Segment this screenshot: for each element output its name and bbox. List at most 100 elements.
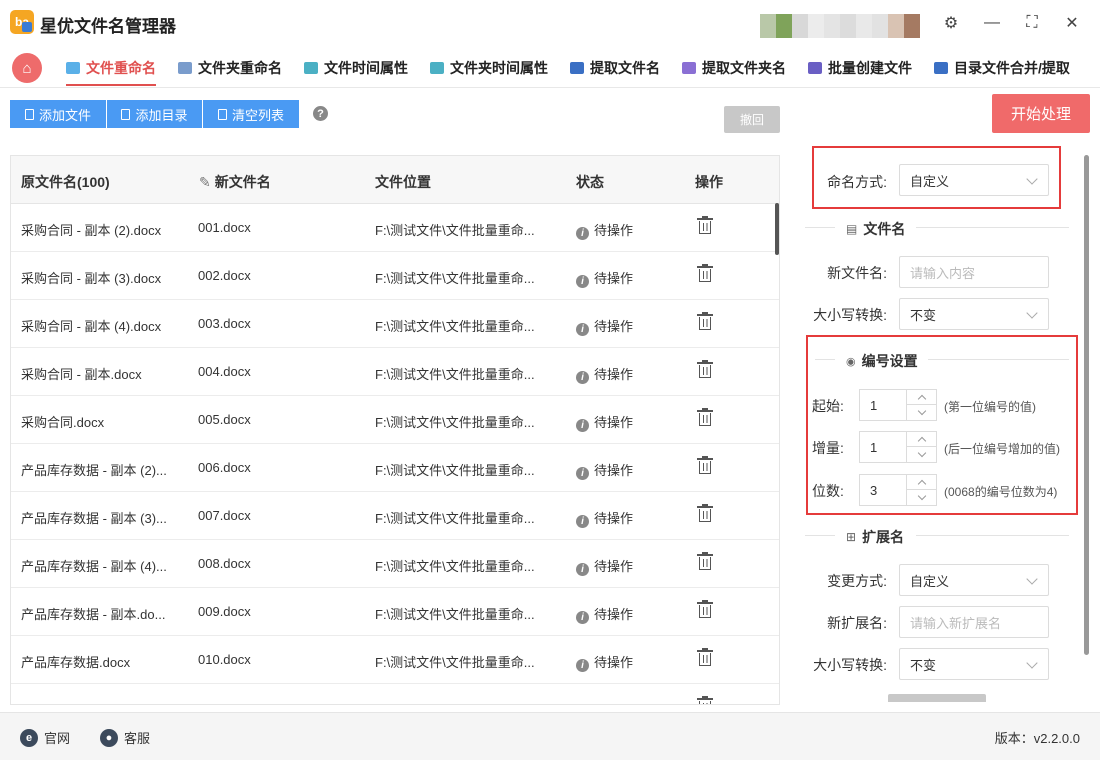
delete-trash-icon[interactable] <box>697 312 713 330</box>
delete-trash-icon[interactable] <box>697 504 713 522</box>
naming-mode-select[interactable]: 自定义 <box>899 164 1049 196</box>
stepper-up-icon[interactable] <box>906 390 936 405</box>
table-row[interactable]: 产品库存数据 - 副本 (4)... 008.docx F:\测试文件\文件批量重命… <box>11 540 779 588</box>
header-original-name: 原文件名(100) <box>21 174 110 190</box>
status-cell: i 待操作 <box>576 364 633 384</box>
stepper-down-icon[interactable] <box>906 447 936 462</box>
delete-trash-icon[interactable] <box>697 408 713 426</box>
tab-folder-rename[interactable]: 文件夹重命名 <box>178 50 282 86</box>
panel-scrollbar[interactable] <box>1084 155 1089 655</box>
table-row[interactable]: 产品库存数据 - 副本 (3)... 007.docx F:\测试文件\文件批量重命… <box>11 492 779 540</box>
ext-mode-select[interactable]: 自定义 <box>899 564 1049 596</box>
document-icon: ▤ <box>846 222 858 236</box>
tab-batch-create[interactable]: 批量创建文件 <box>808 50 912 86</box>
numbering-section-label: 编号设置 <box>861 353 918 369</box>
delete-trash-icon[interactable] <box>697 552 713 570</box>
new-ext-label: 新扩展名: <box>827 615 887 631</box>
case-conversion-select[interactable]: 不变 <box>899 298 1049 330</box>
new-name-input[interactable]: 请输入内容 <box>899 256 1049 288</box>
start-processing-button[interactable]: 开始处理 <box>992 94 1090 133</box>
original-name-cell: 采购合同 - 副本 (4).docx <box>21 319 162 334</box>
table-scrollbar[interactable] <box>775 203 779 255</box>
maximize-icon[interactable]: ⛶ <box>1021 12 1043 34</box>
location-cell: F:\测试文件\文件批量重命... <box>375 559 535 574</box>
delete-trash-icon[interactable] <box>697 696 713 704</box>
start-label: 起始: <box>812 398 844 414</box>
stepper-up-icon[interactable] <box>906 432 936 447</box>
filename-section-label: 文件名 <box>863 221 906 237</box>
delete-trash-icon[interactable] <box>697 264 713 282</box>
add-file-label: 添加文件 <box>38 107 91 123</box>
tab-extract-foldername[interactable]: 提取文件夹名 <box>682 50 786 86</box>
step-hint: (后一位编号增加的值) <box>944 442 1060 456</box>
tab-file-time[interactable]: 文件时间属性 <box>304 50 408 86</box>
delete-trash-icon[interactable] <box>697 456 713 474</box>
delete-trash-icon[interactable] <box>697 216 713 234</box>
step-stepper[interactable]: 1 <box>859 431 937 463</box>
table-row[interactable]: 产品库存数据.docx 010.docx F:\测试文件\文件批量重命... i 待操作 <box>11 636 779 684</box>
table-row[interactable]: 产品库存数据 - 副本.do... 009.docx F:\测试文件\文件批量重命.… <box>11 588 779 636</box>
table-row[interactable]: 产品库存数据 - 副本 (2)... 006.docx F:\测试文件\文件批量重命… <box>11 444 779 492</box>
stepper-up-icon[interactable] <box>906 475 936 490</box>
tab-label: 文件夹时间属性 <box>450 60 548 76</box>
tab-extract-filename[interactable]: 提取文件名 <box>570 50 660 86</box>
stepper-down-icon[interactable] <box>906 405 936 420</box>
ext-case-select[interactable]: 不变 <box>899 648 1049 680</box>
panel-hidden-button[interactable] <box>888 694 986 702</box>
status-cell: i 待操作 <box>576 220 633 240</box>
tab-label: 文件时间属性 <box>324 60 408 76</box>
website-label: 官网 <box>44 731 71 746</box>
help-icon[interactable]: ? <box>313 106 328 121</box>
user-avatar[interactable] <box>760 14 920 38</box>
extension-icon: ⊞ <box>846 530 857 544</box>
info-icon: i <box>576 323 589 336</box>
start-stepper[interactable]: 1 <box>859 389 937 421</box>
ext-case-value: 不变 <box>910 657 937 673</box>
delete-trash-icon[interactable] <box>697 648 713 666</box>
status-cell: i 待操作 <box>576 652 633 672</box>
app-logo-icon: ba <box>10 10 34 34</box>
tab-label: 文件重命名 <box>86 60 156 76</box>
table-row[interactable]: 采购合同 - 副本 (3).docx 002.docx F:\测试文件\文件批量重命… <box>11 252 779 300</box>
status-cell: i 待操作 <box>576 460 633 480</box>
status-text: 待操作 <box>594 319 634 334</box>
tab-file-rename[interactable]: 文件重命名 <box>66 50 156 86</box>
stepper-down-icon[interactable] <box>906 490 936 505</box>
delete-trash-icon[interactable] <box>697 600 713 618</box>
location-cell: F:\测试文件\文件批量重命... <box>375 511 535 526</box>
batch-create-icon <box>808 62 822 74</box>
clear-list-button[interactable]: 清空列表 <box>203 100 299 128</box>
original-name-cell: 产品库存数据 - 副本 (4)... <box>21 559 167 574</box>
table-row[interactable]: 采购合同 - 副本 (4).docx 003.docx F:\测试文件\文件批量重命… <box>11 300 779 348</box>
app-title: 星优文件名管理器 <box>40 17 176 36</box>
status-text: 待操作 <box>594 655 634 670</box>
add-file-button[interactable]: 添加文件 <box>10 100 106 128</box>
minimize-icon[interactable]: — <box>981 12 1003 34</box>
support-link[interactable]: ● 客服 <box>100 728 150 747</box>
delete-trash-icon[interactable] <box>697 360 713 378</box>
undo-button[interactable]: 撤回 <box>724 106 780 133</box>
table-row[interactable]: 采购合同 - 副本 (2).docx 001.docx F:\测试文件\文件批量重命… <box>11 204 779 252</box>
table-row[interactable]: 采购合同.docx 005.docx F:\测试文件\文件批量重命... i 待操作 <box>11 396 779 444</box>
extension-section-title: ⊞ 扩展名 <box>846 527 904 547</box>
info-icon: i <box>576 659 589 672</box>
settings-icon[interactable]: ⚙ <box>940 12 962 34</box>
close-icon[interactable]: ✕ <box>1061 12 1083 34</box>
header-new-name-label: 新文件名 <box>214 174 271 190</box>
digits-stepper[interactable]: 3 <box>859 474 937 506</box>
digits-label: 位数: <box>812 483 844 499</box>
tab-merge-extract[interactable]: 目录文件合并/提取 <box>934 50 1070 86</box>
home-icon[interactable]: ⌂ <box>12 53 42 83</box>
info-icon: i <box>576 227 589 240</box>
new-name-cell: 009.docx <box>198 604 251 619</box>
website-link[interactable]: e 官网 <box>20 728 70 747</box>
new-name-cell: 007.docx <box>198 508 251 523</box>
add-directory-button[interactable]: 添加目录 <box>107 100 202 128</box>
table-row[interactable]: 采购合同 - 副本.docx 004.docx F:\测试文件\文件批量重命... i… <box>11 348 779 396</box>
info-icon: i <box>576 611 589 624</box>
status-text: 待操作 <box>594 559 634 574</box>
edit-icon: ✎ <box>199 173 211 190</box>
table-row-partial[interactable] <box>11 684 779 704</box>
new-ext-input[interactable]: 请输入新扩展名 <box>899 606 1049 638</box>
tab-folder-time[interactable]: 文件夹时间属性 <box>430 50 548 86</box>
